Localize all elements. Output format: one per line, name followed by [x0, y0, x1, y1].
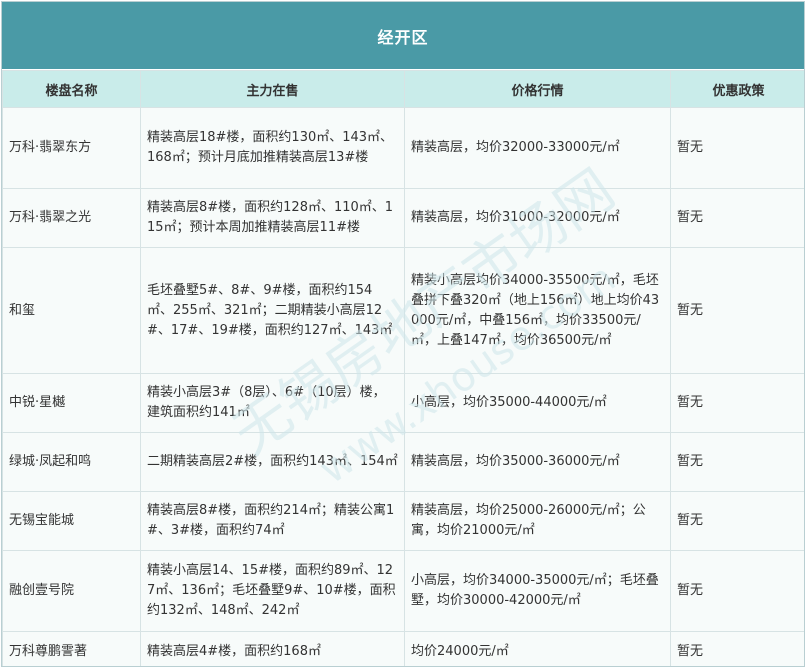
table-row: 万科尊鹏霅著 精装高层4#楼，面积约168㎡ 均价24000元/㎡ 暂无	[2, 631, 804, 666]
cell-policy: 暂无	[670, 491, 804, 551]
cell-main-sale: 精装高层8#楼，面积约128㎡、110㎡、115㎡；预计本周加推精装高层11#楼	[140, 188, 405, 248]
cell-main-sale: 毛坯叠墅5#、8#、9#楼，面积约154㎡、255㎡、321㎡；二期精装小高层1…	[140, 247, 405, 374]
cell-price: 精装小高层均价34000-35500元/㎡，毛坯叠拼下叠320㎡（地上156㎡）…	[404, 247, 671, 374]
cell-project-name: 中锐·星樾	[2, 373, 141, 433]
cell-project-name: 无锡宝能城	[2, 491, 141, 551]
table-row: 万科·翡翠东方 精装高层18#楼，面积约130㎡、143㎡、168㎡；预计月底加…	[2, 107, 804, 189]
price-table-panel: 经开区 楼盘名称 主力在售 价格行情 优惠政策 万科·翡翠东方 精装高层18#楼…	[1, 1, 805, 667]
cell-project-name: 和玺	[2, 247, 141, 374]
table-row: 和玺 毛坯叠墅5#、8#、9#楼，面积约154㎡、255㎡、321㎡；二期精装小…	[2, 247, 804, 374]
cell-policy: 暂无	[670, 188, 804, 248]
cell-policy: 暂无	[670, 550, 804, 632]
cell-main-sale: 精装高层18#楼，面积约130㎡、143㎡、168㎡；预计月底加推精装高层13#…	[140, 107, 405, 189]
cell-price: 精装高层，均价32000-33000元/㎡	[404, 107, 671, 189]
cell-price: 精装高层，均价35000-36000元/㎡	[404, 432, 671, 492]
cell-main-sale: 精装小高层3#（8层）、6#（10层）楼，建筑面积约141㎡	[140, 373, 405, 433]
cell-policy: 暂无	[670, 373, 804, 433]
cell-policy: 暂无	[670, 107, 804, 189]
table-row: 万科·翡翠之光 精装高层8#楼，面积约128㎡、110㎡、115㎡；预计本周加推…	[2, 188, 804, 248]
header-main-sale: 主力在售	[140, 70, 405, 108]
cell-price: 精装高层，均价25000-26000元/㎡；公寓，均价21000元/㎡	[404, 491, 671, 551]
cell-policy: 暂无	[670, 432, 804, 492]
table-row: 中锐·星樾 精装小高层3#（8层）、6#（10层）楼，建筑面积约141㎡ 小高层…	[2, 373, 804, 433]
cell-price: 均价24000元/㎡	[404, 631, 671, 666]
cell-policy: 暂无	[670, 247, 804, 374]
table-row: 融创壹号院 精装小高层14、15#楼，面积约89㎡、127㎡、136㎡；毛坯叠墅…	[2, 550, 804, 632]
cell-price: 小高层，均价34000-35000元/㎡；毛坯叠墅，均价30000-42000元…	[404, 550, 671, 632]
housing-price-table: 楼盘名称 主力在售 价格行情 优惠政策 万科·翡翠东方 精装高层18#楼，面积约…	[2, 70, 804, 666]
cell-main-sale: 二期精装高层2#楼，面积约143㎡、154㎡	[140, 432, 405, 492]
cell-price: 小高层，均价35000-44000元/㎡	[404, 373, 671, 433]
header-project-name: 楼盘名称	[2, 70, 141, 108]
table-row: 无锡宝能城 精装高层8#楼，面积约214㎡；精装公寓1#、3#楼，面积约74㎡ …	[2, 491, 804, 551]
cell-policy: 暂无	[670, 631, 804, 666]
header-policy: 优惠政策	[670, 70, 804, 108]
cell-main-sale: 精装高层4#楼，面积约168㎡	[140, 631, 405, 666]
header-price: 价格行情	[404, 70, 671, 108]
cell-project-name: 万科尊鹏霅著	[2, 631, 141, 666]
cell-project-name: 融创壹号院	[2, 550, 141, 632]
cell-main-sale: 精装小高层14、15#楼，面积约89㎡、127㎡、136㎡；毛坯叠墅9#、10#…	[140, 550, 405, 632]
cell-main-sale: 精装高层8#楼，面积约214㎡；精装公寓1#、3#楼，面积约74㎡	[140, 491, 405, 551]
cell-project-name: 绿城·凤起和鸣	[2, 432, 141, 492]
table-row: 绿城·凤起和鸣 二期精装高层2#楼，面积约143㎡、154㎡ 精装高层，均价35…	[2, 432, 804, 492]
header-row: 楼盘名称 主力在售 价格行情 优惠政策	[2, 70, 804, 108]
cell-price: 精装高层，均价31000-32000元/㎡	[404, 188, 671, 248]
cell-project-name: 万科·翡翠东方	[2, 107, 141, 189]
table-title: 经开区	[2, 2, 804, 70]
cell-project-name: 万科·翡翠之光	[2, 188, 141, 248]
